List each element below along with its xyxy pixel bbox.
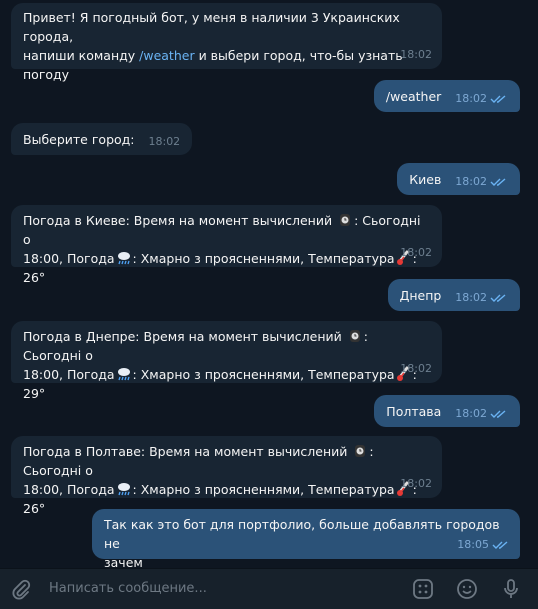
read-checkmarks-icon bbox=[492, 540, 510, 550]
watch-icon bbox=[347, 328, 363, 344]
cloud-rain-icon bbox=[116, 366, 132, 382]
message-line: погоду bbox=[23, 67, 70, 82]
message-bubble-outgoing[interactable]: Киев 18:02 bbox=[397, 163, 520, 195]
message-time: 18:02 bbox=[455, 407, 487, 420]
message-line: Привет! Я погодный бот, у меня в наличии… bbox=[23, 10, 400, 44]
message-bubble-incoming[interactable]: Выберите город: 18:02 bbox=[11, 123, 193, 155]
paperclip-icon[interactable] bbox=[10, 579, 32, 604]
bot-commands-icon[interactable] bbox=[412, 578, 434, 603]
message-line: : Хмарно з проясненнями, Температура bbox=[132, 482, 395, 497]
message-time: 18:02 bbox=[455, 291, 487, 304]
message-line: Погода в Днепре: Время на момент вычисле… bbox=[23, 329, 342, 344]
message-line: 18:00, Погода bbox=[23, 482, 115, 497]
message-text: Киев bbox=[409, 172, 442, 187]
microphone-icon[interactable] bbox=[500, 578, 522, 603]
message-text: Так как это бот для портфолио, больше до… bbox=[104, 515, 508, 572]
message-text: Погода в Киеве: Время на момент вычислен… bbox=[23, 211, 430, 287]
message-line: 18:00, Погода bbox=[23, 367, 115, 382]
message-bubble-outgoing[interactable]: Полтава 18:02 bbox=[374, 395, 520, 427]
read-checkmarks-icon bbox=[490, 293, 508, 303]
message-time: 18:02 bbox=[148, 135, 181, 148]
message-time: 18:02 bbox=[455, 92, 487, 105]
message-line: : Хмарно з проясненнями, Температура bbox=[132, 251, 395, 266]
message-time: 18:02 bbox=[455, 175, 487, 188]
message-text: Привет! Я погодный бот, у меня в наличии… bbox=[23, 8, 430, 84]
command-link[interactable]: /weather bbox=[139, 48, 194, 63]
cloud-rain-icon bbox=[116, 481, 132, 497]
read-checkmarks-icon bbox=[490, 409, 508, 419]
message-time: 18:02 bbox=[400, 362, 432, 375]
message-time: 18:02 bbox=[400, 246, 432, 259]
message-time: 18:02 bbox=[400, 48, 432, 61]
message-text: Днепр bbox=[399, 288, 442, 303]
message-text: Выберите город: bbox=[23, 132, 135, 147]
message-text: Погода в Полтаве: Время на момент вычисл… bbox=[23, 442, 430, 518]
watch-icon bbox=[337, 212, 353, 228]
message-line: Погода в Киеве: Время на момент вычислен… bbox=[23, 213, 333, 228]
cloud-rain-icon bbox=[116, 250, 132, 266]
read-checkmarks-icon bbox=[490, 177, 508, 187]
message-bubble-outgoing[interactable]: Так как это бот для портфолио, больше до… bbox=[92, 509, 520, 570]
message-line: Погода в Полтаве: Время на момент вычисл… bbox=[23, 444, 348, 459]
message-bubble-incoming[interactable]: Привет! Я погодный бот, у меня в наличии… bbox=[11, 3, 442, 82]
message-bubble-incoming[interactable]: Погода в Киеве: Время на момент вычислен… bbox=[11, 205, 442, 285]
message-time: 18:05 bbox=[457, 538, 489, 551]
message-input[interactable]: Написать сообщение... bbox=[49, 581, 207, 596]
message-line: 18:00, Погода bbox=[23, 251, 115, 266]
message-bubble-outgoing[interactable]: Днепр 18:02 bbox=[387, 279, 520, 311]
watch-icon bbox=[352, 443, 368, 459]
message-text: Полтава bbox=[386, 404, 442, 419]
message-bubble-incoming[interactable]: Погода в Полтаве: Время на момент вычисл… bbox=[11, 436, 442, 516]
chat-history[interactable]: Привет! Я погодный бот, у меня в наличии… bbox=[0, 0, 538, 570]
message-bubble-outgoing[interactable]: /weather 18:02 bbox=[373, 80, 520, 112]
message-composer: Написать сообщение... bbox=[0, 568, 538, 609]
message-time: 18:02 bbox=[400, 477, 432, 490]
message-line: : Хмарно з проясненнями, Температура bbox=[132, 367, 395, 382]
emoji-icon[interactable] bbox=[456, 578, 478, 603]
message-text: /weather bbox=[385, 89, 442, 104]
message-line: и выбери город, что-бы узнать bbox=[194, 48, 403, 63]
message-line: Так как это бот для портфолио, больше до… bbox=[104, 517, 500, 551]
message-text: Погода в Днепре: Время на момент вычисле… bbox=[23, 327, 430, 403]
read-checkmarks-icon bbox=[490, 94, 508, 104]
message-bubble-incoming[interactable]: Погода в Днепре: Время на момент вычисле… bbox=[11, 321, 442, 401]
message-line: напиши команду bbox=[23, 48, 140, 63]
